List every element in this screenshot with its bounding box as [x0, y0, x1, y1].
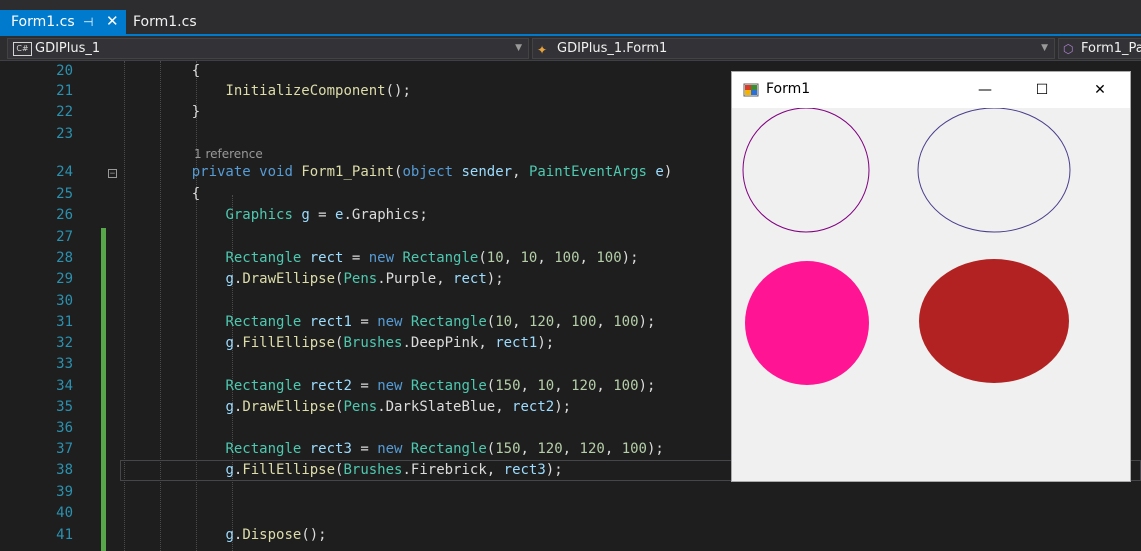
- code-text: g.Dispose();: [225, 527, 327, 543]
- method-icon: ⬡: [1063, 42, 1074, 56]
- code-text: {: [158, 186, 201, 202]
- line-number: 35: [56, 399, 73, 415]
- line-number: 32: [56, 335, 73, 351]
- line-number: 27: [56, 229, 73, 245]
- window-title: Form1: [766, 81, 811, 97]
- line-number: 21: [56, 83, 73, 99]
- class-icon: ✦: [537, 43, 548, 57]
- line-number: 30: [56, 293, 73, 309]
- code-text: Rectangle rect = new Rectangle(10, 10, 1…: [225, 250, 639, 266]
- line-number: 36: [56, 420, 73, 436]
- code-text: Rectangle rect3 = new Rectangle(150, 120…: [225, 441, 664, 457]
- line-number: 28: [56, 250, 73, 266]
- codelens-references[interactable]: 1 reference: [194, 147, 263, 161]
- line-number: 40: [56, 505, 73, 521]
- line-number: 37: [56, 441, 73, 457]
- chevron-down-icon: ▼: [1041, 43, 1048, 53]
- code-line[interactable]: 39: [0, 482, 1141, 503]
- code-text: {: [158, 63, 201, 79]
- tab-label: Form1.cs: [11, 14, 75, 30]
- code-text: Graphics g = e.Graphics;: [225, 207, 428, 223]
- purple-ellipse: [742, 108, 870, 233]
- class-dropdown[interactable]: ✦ GDIPlus_1.Form1 ▼: [532, 38, 1055, 59]
- code-text: g.FillEllipse(Brushes.Firebrick, rect3);: [225, 462, 563, 478]
- form-canvas: [742, 108, 1071, 385]
- line-number: 34: [56, 378, 73, 394]
- firebrick-filled-ellipse: [919, 259, 1069, 383]
- pin-icon[interactable]: ⊣: [83, 11, 93, 33]
- tab-form1-design[interactable]: Form1.cs [Design]: [126, 10, 258, 52]
- code-text: }: [158, 104, 201, 120]
- app-icon: [743, 83, 759, 97]
- class-name: GDIPlus_1.Form1: [557, 41, 668, 56]
- code-text: g.DrawEllipse(Pens.Purple, rect);: [225, 271, 504, 287]
- project-name: GDIPlus_1: [35, 41, 101, 56]
- chevron-down-icon: ▼: [515, 43, 522, 53]
- line-number: 31: [56, 314, 73, 330]
- code-text: Rectangle rect1 = new Rectangle(10, 120,…: [225, 314, 656, 330]
- line-number: 39: [56, 484, 73, 500]
- window-titlebar[interactable]: Form1 — ☐ ✕: [732, 72, 1130, 108]
- document-tab-strip: Form1.cs ⊣ ✕ Form1.cs [Design]: [0, 0, 1141, 52]
- form1-window[interactable]: Form1 — ☐ ✕: [731, 71, 1131, 482]
- csharp-project-icon: C#: [13, 42, 32, 56]
- code-text: private void Form1_Paint(object sender, …: [191, 164, 673, 180]
- project-dropdown[interactable]: C# GDIPlus_1 ▼: [7, 38, 529, 59]
- code-text: g.FillEllipse(Brushes.DeepPink, rect1);: [225, 335, 555, 351]
- member-name: Form1_Pa: [1081, 41, 1141, 56]
- line-number: 20: [56, 63, 73, 79]
- darkslateblue-ellipse: [917, 108, 1071, 233]
- code-text: InitializeComponent();: [225, 83, 411, 99]
- line-number: 38: [56, 462, 73, 478]
- code-line[interactable]: 40: [0, 503, 1141, 524]
- line-number: 26: [56, 207, 73, 223]
- line-number: 24: [56, 164, 73, 180]
- maximize-button[interactable]: ☐: [1019, 72, 1065, 108]
- code-text: Rectangle rect2 = new Rectangle(150, 10,…: [225, 378, 656, 394]
- close-tab-icon[interactable]: ✕: [106, 10, 119, 32]
- code-text: g.DrawEllipse(Pens.DarkSlateBlue, rect2)…: [225, 399, 572, 415]
- line-number: 22: [56, 104, 73, 120]
- line-number: 33: [56, 356, 73, 372]
- line-number: 29: [56, 271, 73, 287]
- code-line[interactable]: 41 g.Dispose();: [0, 525, 1141, 546]
- close-button[interactable]: ✕: [1077, 72, 1123, 108]
- tab-form1-cs[interactable]: Form1.cs ⊣ ✕: [0, 10, 126, 34]
- line-number: 23: [56, 126, 73, 142]
- navigation-bar: C# GDIPlus_1 ▼ ✦ GDIPlus_1.Form1 ▼ ⬡ For…: [0, 36, 1141, 61]
- deeppink-filled-ellipse: [745, 261, 869, 385]
- minimize-button[interactable]: —: [962, 72, 1008, 108]
- line-number: 41: [56, 527, 73, 543]
- member-dropdown[interactable]: ⬡ Form1_Pa: [1058, 38, 1141, 59]
- line-number: 25: [56, 186, 73, 202]
